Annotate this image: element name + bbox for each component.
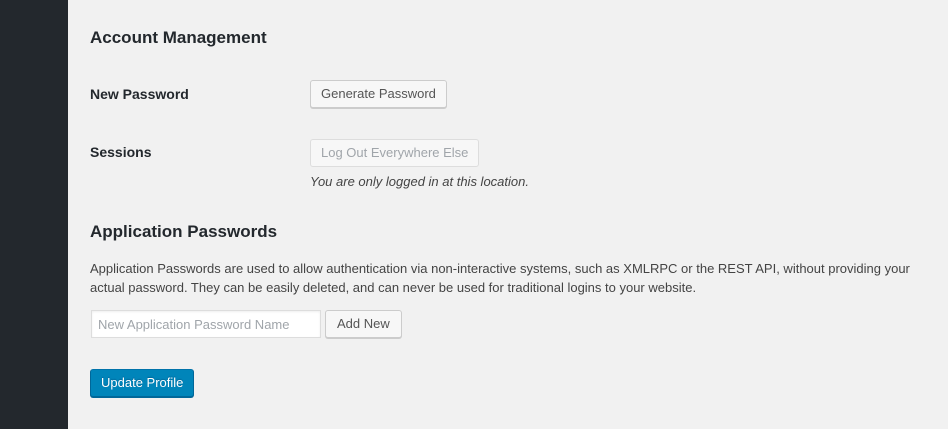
application-password-name-input[interactable] xyxy=(91,310,321,338)
add-new-application-password-button[interactable]: Add New xyxy=(325,310,402,338)
admin-sidebar xyxy=(0,0,68,429)
log-out-everywhere-button[interactable]: Log Out Everywhere Else xyxy=(310,139,480,167)
sessions-label: Sessions xyxy=(90,144,152,160)
application-passwords-description: Application Passwords are used to allow … xyxy=(90,261,910,295)
profile-main-content: Account Management New Password Generate… xyxy=(68,0,948,429)
generate-password-button[interactable]: Generate Password xyxy=(310,80,447,108)
account-management-heading: Account Management xyxy=(90,28,267,47)
sessions-note: You are only logged in at this location. xyxy=(310,174,529,189)
new-password-label: New Password xyxy=(90,86,189,102)
update-profile-button[interactable]: Update Profile xyxy=(90,369,195,397)
application-passwords-heading: Application Passwords xyxy=(90,222,278,241)
